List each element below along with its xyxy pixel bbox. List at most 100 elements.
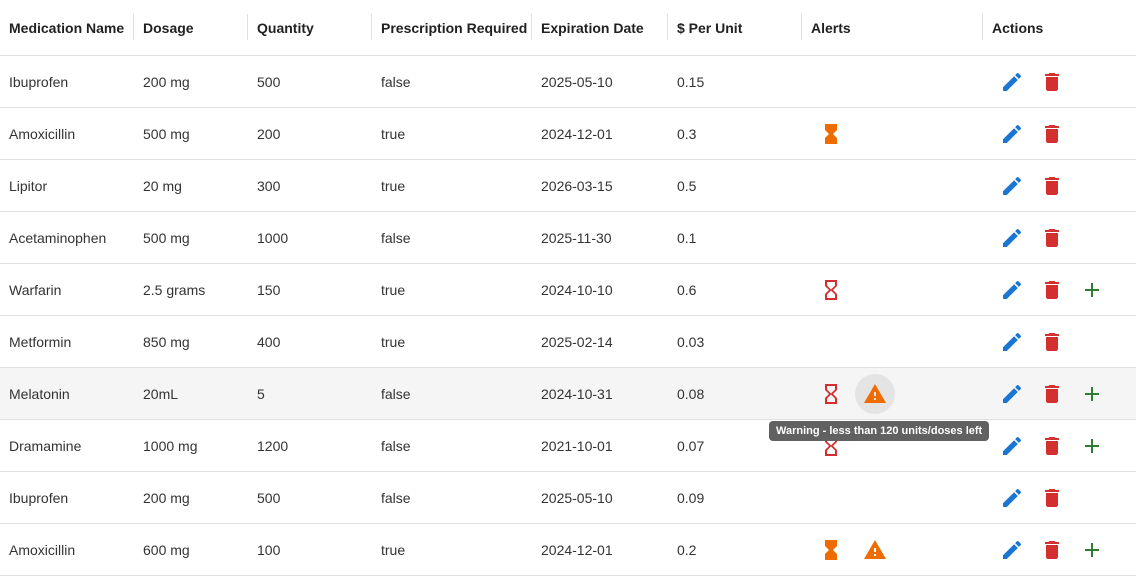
edit-button[interactable] xyxy=(1000,486,1024,510)
table-row[interactable]: Melatonin 20mL 5 false 2024-10-31 0.08 xyxy=(0,368,1136,420)
table-header: Medication Name Dosage Quantity Prescrip… xyxy=(0,0,1136,56)
cell-medication-name: Amoxicillin xyxy=(9,125,76,142)
table-row[interactable]: Ibuprofen 200 mg 500 false 2025-05-10 0.09 xyxy=(0,472,1136,524)
trash-icon xyxy=(1040,434,1064,458)
cell-prescription-required: false xyxy=(381,437,411,454)
edit-button[interactable] xyxy=(1000,70,1024,94)
delete-button[interactable] xyxy=(1040,226,1064,250)
trash-icon xyxy=(1040,538,1064,562)
trash-icon xyxy=(1040,278,1064,302)
edit-button[interactable] xyxy=(1000,538,1024,562)
trash-icon xyxy=(1040,174,1064,198)
delete-button[interactable] xyxy=(1040,434,1064,458)
delete-button[interactable] xyxy=(1040,486,1064,510)
column-header-alerts[interactable]: Alerts xyxy=(811,0,851,55)
table-row[interactable]: Acetaminophen 500 mg 1000 false 2025-11-30 0.… xyxy=(0,212,1136,264)
cell-expiration-date: 2025-05-10 xyxy=(541,73,613,90)
delete-button[interactable] xyxy=(1040,70,1064,94)
cell-prescription-required: true xyxy=(381,177,406,194)
cell-quantity: 1200 xyxy=(257,437,289,454)
pencil-icon xyxy=(1000,434,1024,458)
cell-dosage: 850 mg xyxy=(143,333,190,350)
column-header-price-per-unit[interactable]: $ Per Unit xyxy=(677,0,742,55)
edit-button[interactable] xyxy=(1000,122,1024,146)
hourglass-icon xyxy=(819,122,843,146)
edit-button[interactable] xyxy=(1000,174,1024,198)
column-header-actions[interactable]: Actions xyxy=(992,0,1043,55)
warning-triangle-icon[interactable] xyxy=(863,538,887,562)
pencil-icon xyxy=(1000,226,1024,250)
cell-expiration-date: 2026-03-15 xyxy=(541,177,613,194)
cell-quantity: 300 xyxy=(257,177,281,194)
column-separator[interactable] xyxy=(247,14,248,40)
column-separator[interactable] xyxy=(531,14,532,40)
trash-icon xyxy=(1040,330,1064,354)
edit-button[interactable] xyxy=(1000,434,1024,458)
cell-medication-name: Warfarin xyxy=(9,281,62,298)
table-row[interactable]: Ibuprofen 200 mg 500 false 2025-05-10 0.15 xyxy=(0,56,1136,108)
cell-quantity: 100 xyxy=(257,541,281,558)
cell-prescription-required: true xyxy=(381,541,406,558)
edit-button[interactable] xyxy=(1000,382,1024,406)
cell-dosage: 1000 mg xyxy=(143,437,198,454)
restock-button[interactable] xyxy=(1080,382,1104,406)
column-separator[interactable] xyxy=(133,14,134,40)
column-separator[interactable] xyxy=(982,14,983,40)
column-separator[interactable] xyxy=(801,14,802,40)
cell-prescription-required: false xyxy=(381,229,411,246)
warning-triangle-icon[interactable] xyxy=(863,382,887,406)
plus-icon xyxy=(1080,434,1104,458)
cell-prescription-required: true xyxy=(381,333,406,350)
cell-expiration-date: 2024-12-01 xyxy=(541,541,613,558)
cell-dosage: 500 mg xyxy=(143,229,190,246)
trash-icon xyxy=(1040,226,1064,250)
column-header-expiration-date[interactable]: Expiration Date xyxy=(541,0,644,55)
pencil-icon xyxy=(1000,174,1024,198)
column-header-dosage[interactable]: Dosage xyxy=(143,0,194,55)
delete-button[interactable] xyxy=(1040,538,1064,562)
trash-icon xyxy=(1040,122,1064,146)
plus-icon xyxy=(1080,538,1104,562)
cell-quantity: 400 xyxy=(257,333,281,350)
cell-medication-name: Ibuprofen xyxy=(9,73,69,90)
table-row[interactable]: Warfarin 2.5 grams 150 true 2024-10-10 0.6 xyxy=(0,264,1136,316)
delete-button[interactable] xyxy=(1040,122,1064,146)
cell-price-per-unit: 0.5 xyxy=(677,177,697,194)
restock-button[interactable] xyxy=(1080,538,1104,562)
cell-price-per-unit: 0.6 xyxy=(677,281,697,298)
edit-button[interactable] xyxy=(1000,330,1024,354)
pencil-icon xyxy=(1000,330,1024,354)
delete-button[interactable] xyxy=(1040,174,1064,198)
cell-price-per-unit: 0.1 xyxy=(677,229,697,246)
edit-button[interactable] xyxy=(1000,278,1024,302)
table-row[interactable]: Amoxicillin 600 mg 100 true 2024-12-01 0.2 xyxy=(0,524,1136,576)
table-row[interactable]: Metformin 850 mg 400 true 2025-02-14 0.03 xyxy=(0,316,1136,368)
cell-prescription-required: false xyxy=(381,385,411,402)
delete-button[interactable] xyxy=(1040,330,1064,354)
column-header-prescription-required[interactable]: Prescription Required xyxy=(381,0,527,55)
cell-prescription-required: true xyxy=(381,125,406,142)
hourglass-icon xyxy=(819,538,843,562)
hourglass-icon xyxy=(819,382,843,406)
delete-button[interactable] xyxy=(1040,382,1064,406)
plus-icon xyxy=(1080,382,1104,406)
trash-icon xyxy=(1040,486,1064,510)
cell-quantity: 500 xyxy=(257,73,281,90)
pencil-icon xyxy=(1000,122,1024,146)
cell-medication-name: Lipitor xyxy=(9,177,48,194)
restock-button[interactable] xyxy=(1080,434,1104,458)
restock-button[interactable] xyxy=(1080,278,1104,302)
edit-button[interactable] xyxy=(1000,226,1024,250)
table-row[interactable]: Lipitor 20 mg 300 true 2026-03-15 0.5 xyxy=(0,160,1136,212)
column-separator[interactable] xyxy=(667,14,668,40)
column-header-quantity[interactable]: Quantity xyxy=(257,0,314,55)
column-separator[interactable] xyxy=(371,14,372,40)
column-header-medication-name[interactable]: Medication Name xyxy=(9,0,124,55)
medication-table: Medication Name Dosage Quantity Prescrip… xyxy=(0,0,1136,578)
table-row[interactable]: Amoxicillin 500 mg 200 true 2024-12-01 0.3 xyxy=(0,108,1136,160)
cell-prescription-required: false xyxy=(381,73,411,90)
cell-dosage: 20mL xyxy=(143,385,179,402)
cell-price-per-unit: 0.08 xyxy=(677,385,705,402)
delete-button[interactable] xyxy=(1040,278,1064,302)
cell-medication-name: Dramamine xyxy=(9,437,82,454)
